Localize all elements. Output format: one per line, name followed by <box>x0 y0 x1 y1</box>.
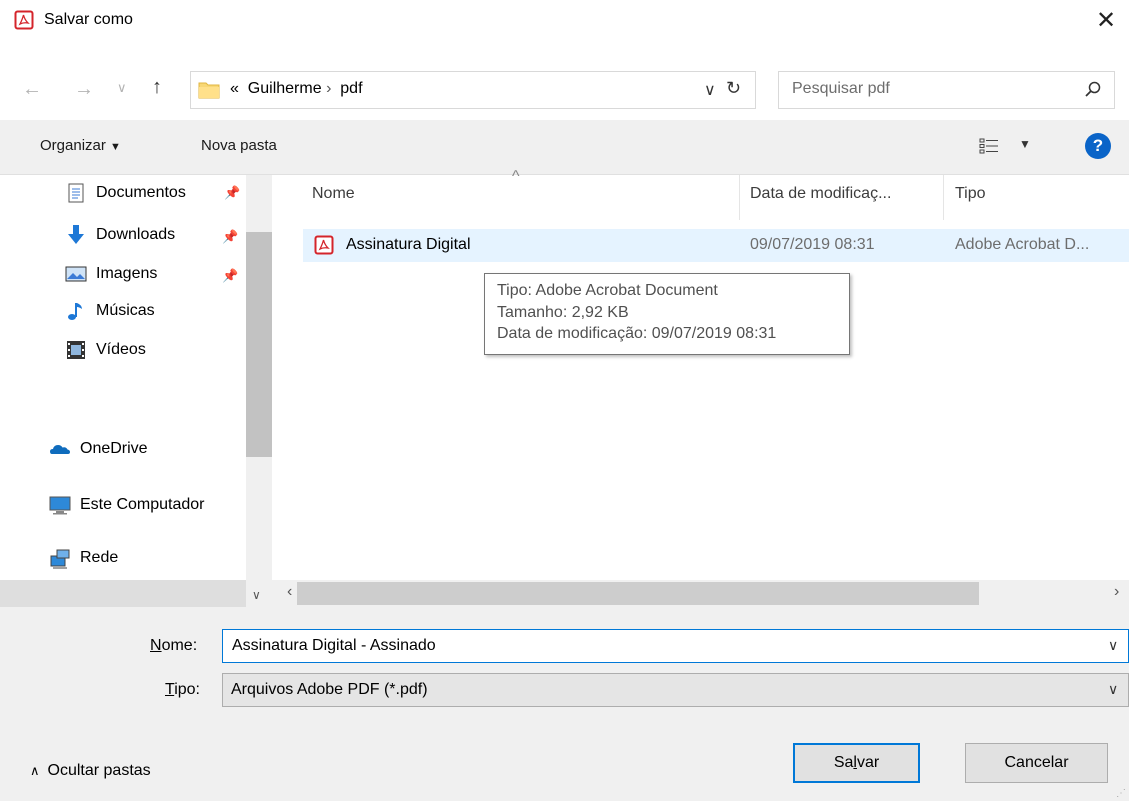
caret-down-icon: ▼ <box>110 141 121 153</box>
nav-item-onedrive[interactable]: OneDrive <box>49 435 148 463</box>
sort-ascending-caret-icon: ^ <box>512 168 520 185</box>
scroll-down-chevron-icon[interactable]: ∨ <box>252 588 261 602</box>
pin-icon: 📌 <box>222 268 239 283</box>
music-icon <box>68 303 82 320</box>
save-button[interactable]: Sa l var <box>793 743 920 783</box>
search-input[interactable]: Pesquisar pdf <box>792 80 890 98</box>
name-label-text: ome: <box>161 637 198 654</box>
nav-item-label: Imagens <box>96 265 158 282</box>
column-header-date[interactable]: Data de modificaç... <box>750 185 891 203</box>
onedrive-icon <box>50 445 70 454</box>
chevron-up-icon: ∧ <box>30 763 40 778</box>
nav-item-label: OneDrive <box>80 440 148 457</box>
column-divider[interactable] <box>943 175 944 220</box>
breadcrumb-pdf[interactable]: pdf <box>340 80 362 97</box>
tooltip-size: Tamanho: 2,92 KB <box>497 303 629 321</box>
pin-icon: 📌 <box>222 229 239 244</box>
videos-icon <box>67 341 85 359</box>
nav-item-este-computador[interactable]: Este Computador <box>49 491 205 519</box>
navigation-horizontal-scrollbar[interactable] <box>0 580 246 607</box>
back-arrow-icon[interactable]: ← <box>22 78 42 101</box>
file-type: Adobe Acrobat D... <box>955 236 1090 253</box>
pictures-icon <box>65 266 87 282</box>
folder-icon <box>198 82 220 99</box>
documents-icon <box>68 183 84 203</box>
nav-item-documentos[interactable]: Documentos <box>65 179 186 207</box>
file-type-select[interactable]: Arquivos Adobe PDF (*.pdf) <box>222 673 1129 707</box>
name-label-mnemonic: N <box>150 637 162 654</box>
path-overflow-icon[interactable]: « <box>230 80 239 97</box>
new-folder-button[interactable]: Nova pasta <box>201 137 277 154</box>
type-label-text: ipo: <box>174 681 200 698</box>
organize-button[interactable]: Organizar ▼ <box>40 137 121 154</box>
title-bar <box>0 0 1129 40</box>
view-options-icon[interactable] <box>979 137 999 155</box>
hide-folders-label: Ocultar pastas <box>47 762 151 779</box>
nav-item-label: Este Computador <box>80 496 205 513</box>
downloads-icon <box>68 225 84 244</box>
view-dropdown-caret-icon[interactable]: ▼ <box>1019 137 1031 151</box>
nav-item-label: Vídeos <box>96 341 146 358</box>
organize-label: Organizar <box>40 137 106 154</box>
nav-item-rede[interactable]: Rede <box>49 544 118 572</box>
network-icon <box>50 549 70 569</box>
scroll-right-chevron-icon[interactable]: › <box>1114 583 1119 601</box>
type-label: Tipo: <box>165 681 200 699</box>
help-icon[interactable]: ? <box>1085 133 1111 159</box>
scroll-left-chevron-icon[interactable]: ‹ <box>287 583 292 601</box>
save-label-part: var <box>856 754 880 771</box>
window-title: Salvar como <box>44 11 133 28</box>
file-date: 09/07/2019 08:31 <box>750 236 875 253</box>
up-arrow-icon[interactable]: ↑ <box>152 76 162 99</box>
file-type-dropdown-chevron-icon[interactable]: ∨ <box>1108 681 1118 698</box>
file-name-input[interactable] <box>222 629 1129 663</box>
column-divider[interactable] <box>739 175 740 220</box>
hide-folders-button[interactable]: ∧ Ocultar pastas <box>30 762 151 780</box>
column-header-type[interactable]: Tipo <box>955 185 986 203</box>
pin-icon: 📌 <box>224 185 241 200</box>
nav-item-videos[interactable]: Vídeos <box>65 336 146 364</box>
breadcrumb-guilherme[interactable]: Guilherme <box>248 80 322 97</box>
horizontal-scrollbar-thumb[interactable] <box>297 582 979 605</box>
file-name-dropdown-chevron-icon[interactable]: ∨ <box>1108 637 1118 654</box>
pdf-file-icon <box>314 235 334 255</box>
nav-item-imagens[interactable]: Imagens <box>65 260 157 288</box>
column-header-name[interactable]: Nome <box>312 185 355 203</box>
nav-item-label: Documentos <box>96 184 186 201</box>
forward-arrow-icon[interactable]: → <box>74 78 94 101</box>
cancel-button[interactable]: Cancelar <box>965 743 1108 783</box>
file-tooltip: Tipo: Adobe Acrobat Document Tamanho: 2,… <box>484 273 850 355</box>
tooltip-modified: Data de modificação: 09/07/2019 08:31 <box>497 325 777 342</box>
save-label-part: Sa <box>833 754 854 771</box>
refresh-icon[interactable]: ↻ <box>726 78 741 99</box>
name-label: Nome: <box>150 637 197 655</box>
toolbar <box>0 120 1129 175</box>
this-pc-icon <box>49 496 71 515</box>
navigation-scrollbar-thumb[interactable] <box>246 232 272 457</box>
breadcrumb-separator-icon[interactable]: › <box>326 80 331 97</box>
resize-grip-icon[interactable]: ⋰ <box>1116 788 1126 799</box>
file-name[interactable]: Assinatura Digital <box>346 236 471 254</box>
recent-locations-chevron-icon[interactable]: ∨ <box>117 80 127 96</box>
tooltip-type: Tipo: Adobe Acrobat Document <box>497 282 718 299</box>
close-button[interactable]: ✕ <box>1086 2 1126 38</box>
address-path[interactable]: « Guilherme › pdf <box>230 80 363 98</box>
address-dropdown-chevron-icon[interactable]: ∨ <box>704 80 716 100</box>
nav-item-musicas[interactable]: Músicas <box>65 297 155 325</box>
pdf-icon <box>14 10 34 30</box>
type-label-mnemonic: T <box>165 681 175 698</box>
nav-item-label: Rede <box>80 549 119 566</box>
search-icon[interactable] <box>1084 80 1102 98</box>
nav-item-label: Músicas <box>96 302 155 319</box>
nav-item-downloads[interactable]: Downloads <box>65 221 175 249</box>
nav-item-label: Downloads <box>96 226 176 243</box>
